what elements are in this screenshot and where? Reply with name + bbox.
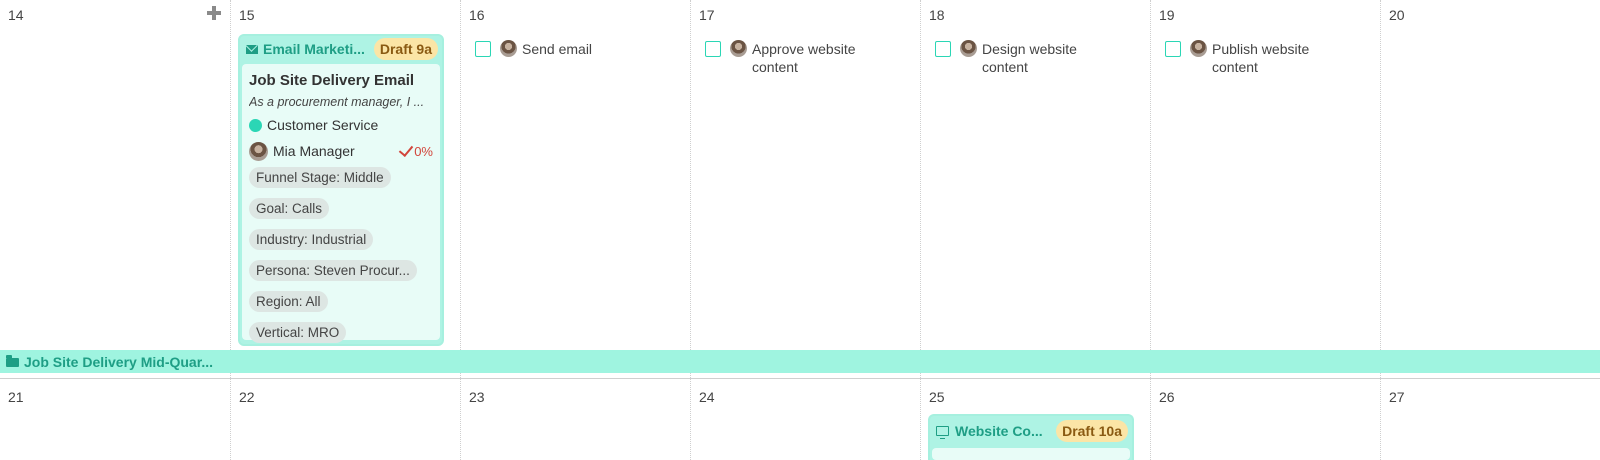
day-number: 22 [239, 389, 255, 405]
task-checkbox[interactable] [935, 41, 951, 57]
envelope-icon [246, 44, 258, 54]
task-item[interactable]: Approve website content [705, 40, 872, 76]
card-title[interactable]: Job Site Delivery Email [249, 72, 433, 89]
card-body[interactable]: Job Site Delivery Email As a procurement… [242, 64, 440, 343]
task-checkbox[interactable] [705, 41, 721, 57]
day-number: 14 [8, 7, 24, 23]
tag: Vertical: MRO [249, 322, 347, 343]
card-description: As a procurement manager, I ... [249, 95, 425, 109]
card-body[interactable] [932, 448, 1130, 460]
day-number: 16 [469, 7, 485, 23]
task-label[interactable]: Send email [522, 40, 632, 58]
content-type-label: Email Marketi... [263, 41, 365, 57]
day-number: 15 [239, 7, 255, 23]
card-header[interactable]: Website Co... Draft 10a [930, 416, 1132, 446]
avatar [500, 40, 517, 57]
status-badge: Draft 10a [1056, 420, 1128, 442]
avatar [730, 40, 747, 57]
task-label[interactable]: Approve website content [752, 40, 872, 76]
tag: Goal: Calls [249, 198, 330, 219]
team-label: Customer Service [267, 117, 379, 133]
team-color-dot [249, 118, 262, 132]
tag: Funnel Stage: Middle [249, 167, 391, 188]
day-number: 21 [8, 389, 24, 405]
progress-indicator: 0% [398, 141, 433, 159]
week-divider [0, 378, 1600, 379]
task-item[interactable]: Send email [475, 40, 632, 58]
day-column: 14 21 [0, 0, 230, 460]
task-label[interactable]: Design website content [982, 40, 1092, 76]
day-number: 19 [1159, 7, 1175, 23]
day-number: 17 [699, 7, 715, 23]
tag-list: Funnel Stage: Middle Goal: Calls Industr… [249, 167, 433, 353]
campaign-label[interactable]: Job Site Delivery Mid-Quar... [24, 354, 213, 370]
content-card[interactable]: Website Co... Draft 10a [928, 414, 1134, 460]
owner-name: Mia Manager [273, 143, 355, 159]
task-item[interactable]: Design website content [935, 40, 1092, 76]
task-item[interactable]: Publish website content [1165, 40, 1322, 76]
day-number: 25 [929, 389, 945, 405]
avatar [960, 40, 977, 57]
avatar [1190, 40, 1207, 57]
campaign-band[interactable]: Job Site Delivery Mid-Quar... [0, 350, 1600, 373]
day-number: 20 [1389, 7, 1405, 23]
tag: Region: All [249, 291, 328, 312]
plus-icon[interactable] [206, 5, 222, 21]
card-header[interactable]: Email Marketi... Draft 9a [240, 36, 442, 62]
tag: Industry: Industrial [249, 229, 374, 250]
checkmark-icon [398, 141, 414, 157]
team-row: Customer Service [249, 115, 433, 135]
content-card[interactable]: Email Marketi... Draft 9a Job Site Deliv… [238, 34, 444, 346]
owner-row: Mia Manager 0% [249, 141, 433, 161]
monitor-icon [936, 426, 949, 439]
day-number: 23 [469, 389, 485, 405]
task-checkbox[interactable] [475, 41, 491, 57]
day-column: 16 23 [460, 0, 690, 460]
status-badge: Draft 9a [373, 38, 438, 60]
progress-value: 0% [414, 143, 433, 159]
task-checkbox[interactable] [1165, 41, 1181, 57]
day-column: 20 27 [1380, 0, 1600, 460]
tag: Persona: Steven Procur... [249, 260, 417, 281]
day-number: 18 [929, 7, 945, 23]
task-label[interactable]: Publish website content [1212, 40, 1322, 76]
day-number: 27 [1389, 389, 1405, 405]
day-number: 24 [699, 389, 715, 405]
day-number: 26 [1159, 389, 1175, 405]
folder-icon [6, 355, 19, 367]
avatar [249, 141, 268, 161]
content-type-label: Website Co... [955, 423, 1043, 439]
